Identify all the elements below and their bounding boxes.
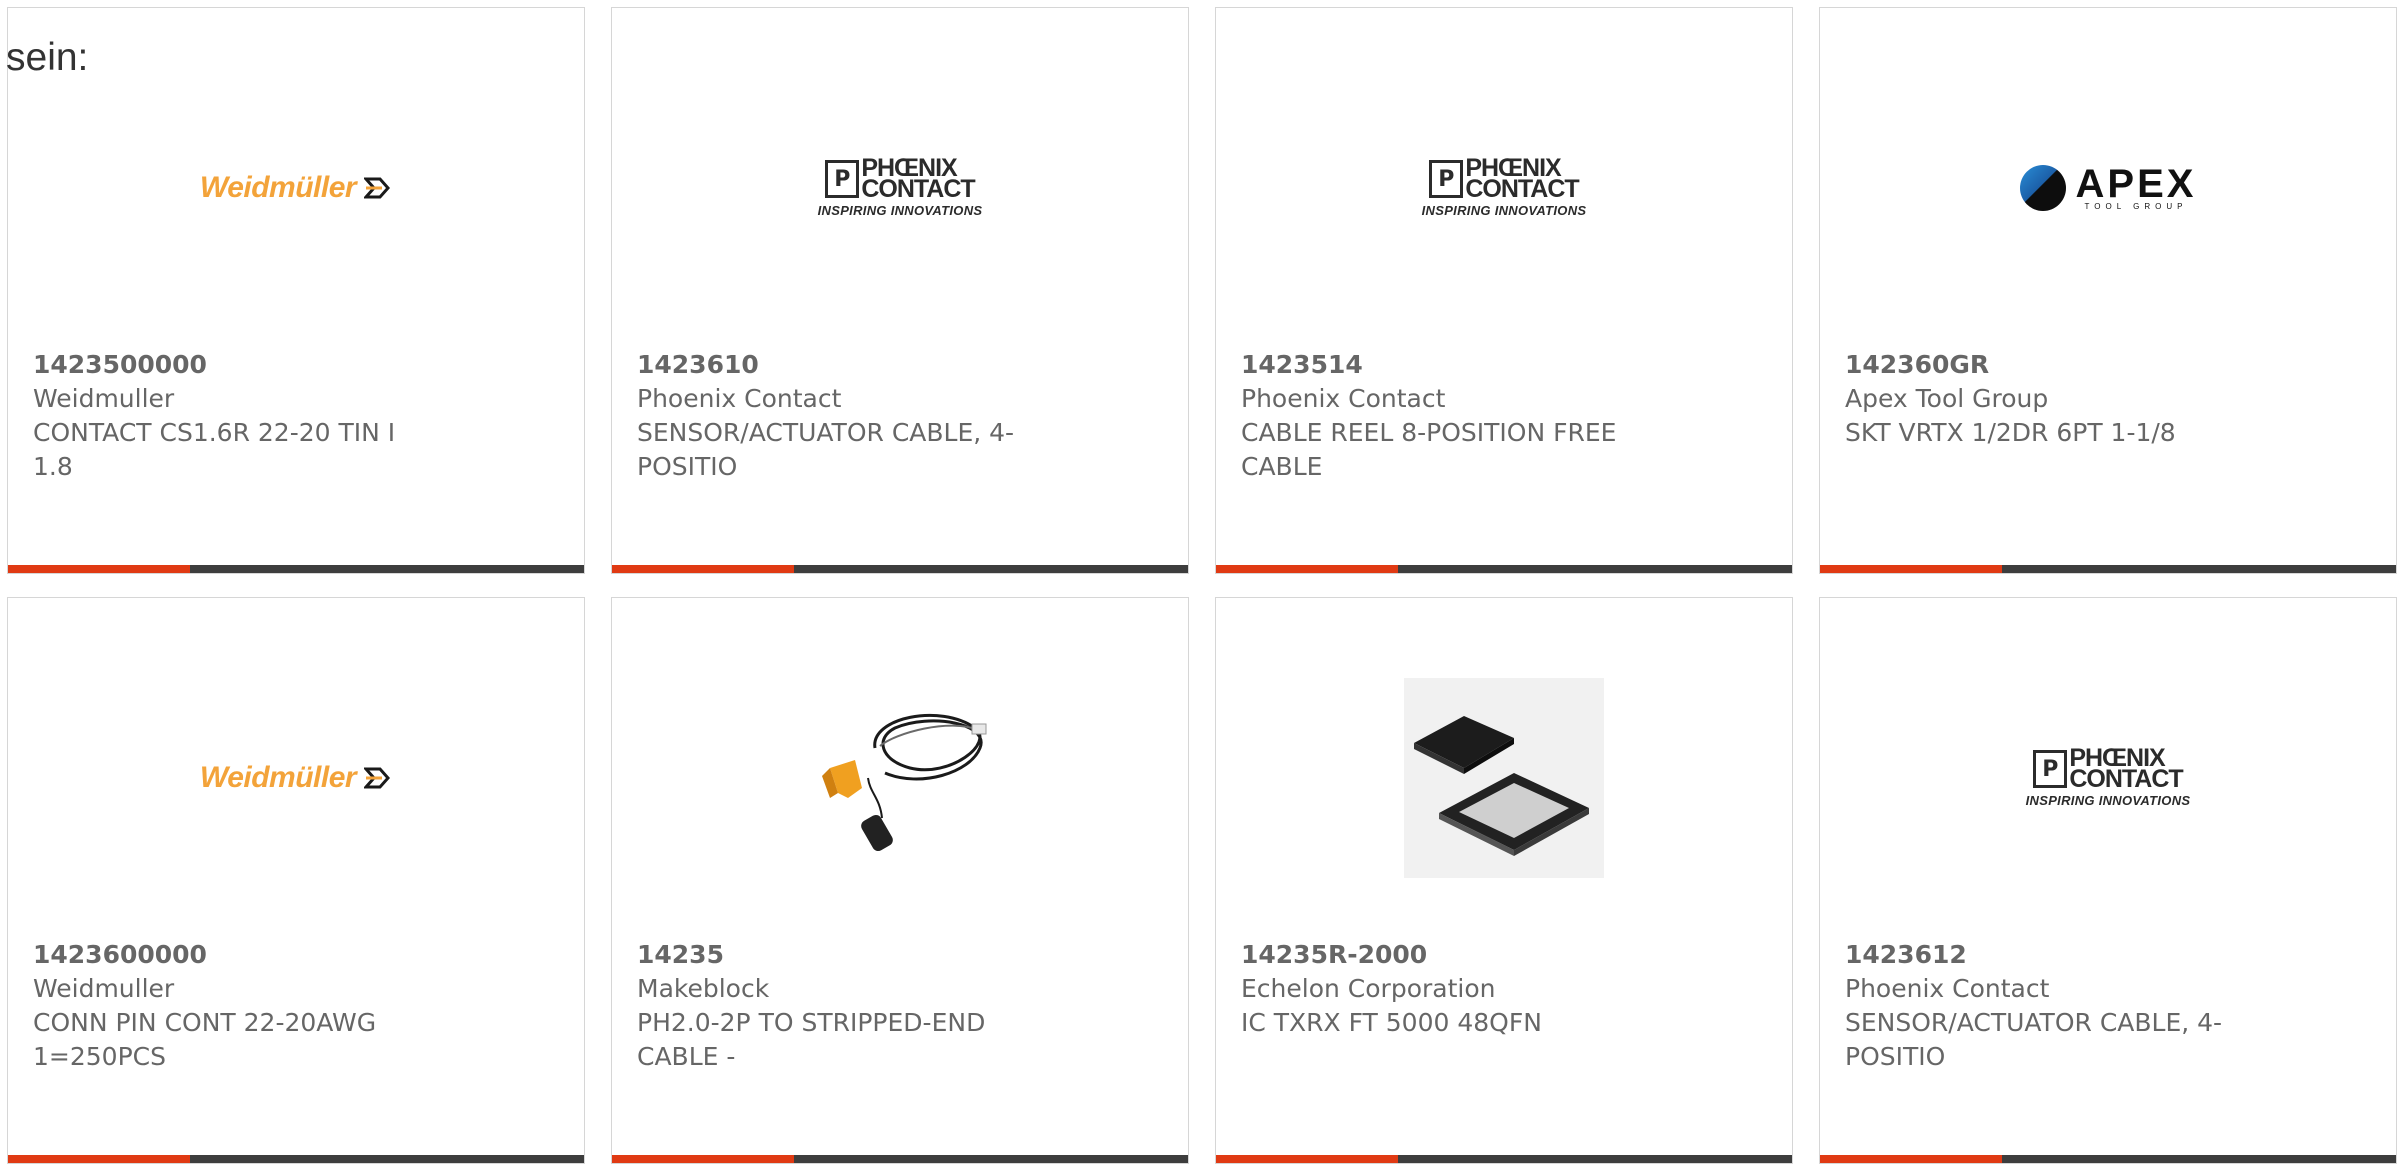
description: SENSOR/ACTUATOR CABLE, 4-POSITIO (1845, 1008, 2223, 1071)
card-bottom-bar (1216, 565, 1792, 573)
manufacturer: Phoenix Contact (637, 384, 842, 413)
product-info: 14235R-2000 Echelon Corporation IC TXRX … (1241, 938, 1642, 1040)
product-image[interactable]: P PHŒNIX CONTACT INSPIRING INNOVATIONS (1216, 68, 1792, 308)
manufacturer: Makeblock (637, 974, 770, 1003)
part-number[interactable]: 1423500000 (33, 348, 434, 382)
product-image[interactable]: Weidmüller (8, 658, 584, 898)
description: PH2.0-2P TO STRIPPED-END CABLE - (637, 1008, 986, 1071)
description: CONTACT CS1.6R 22-20 TIN I 1.8 (33, 418, 396, 481)
apex-mark-icon (2019, 165, 2066, 211)
card-bottom-bar (8, 565, 584, 573)
manufacturer: Phoenix Contact (1845, 974, 2050, 1003)
card-bottom-bar (1820, 565, 2396, 573)
part-number[interactable]: 1423514 (1241, 348, 1642, 382)
description: SKT VRTX 1/2DR 6PT 1-1/8 (1845, 418, 2176, 447)
product-image[interactable]: Weidmüller (8, 68, 584, 308)
product-card[interactable]: 14235R-2000 Echelon Corporation IC TXRX … (1215, 597, 1793, 1164)
weidmuller-logo: Weidmüller (200, 171, 392, 205)
part-number[interactable]: 1423612 (1845, 938, 2246, 972)
product-card[interactable]: Weidmüller 1423600000 Weidmuller CONN PI… (7, 597, 585, 1164)
card-bottom-bar (612, 1155, 1188, 1163)
product-card[interactable]: APEX TOOL GROUP 142360GR Apex Tool Group … (1819, 7, 2397, 574)
product-image[interactable]: P PHŒNIX CONTACT INSPIRING INNOVATIONS (612, 68, 1188, 308)
product-info: 1423514 Phoenix Contact CABLE REEL 8-POS… (1241, 348, 1642, 484)
product-image[interactable]: P PHŒNIX CONTACT INSPIRING INNOVATIONS (1820, 658, 2396, 898)
part-number[interactable]: 1423600000 (33, 938, 434, 972)
description: SENSOR/ACTUATOR CABLE, 4-POSITIO (637, 418, 1015, 481)
product-card[interactable]: Weidmüller 1423500000 Weidmuller CONTACT… (7, 7, 585, 574)
product-image[interactable] (612, 658, 1188, 898)
weidmuller-logo: Weidmüller (200, 761, 392, 795)
qfn-chip-image (1404, 678, 1604, 878)
manufacturer: Echelon Corporation (1241, 974, 1496, 1003)
product-image[interactable]: APEX TOOL GROUP (1820, 68, 2396, 308)
part-number[interactable]: 14235 (637, 938, 1038, 972)
part-number[interactable]: 142360GR (1845, 348, 2246, 382)
phoenix-contact-logo: P PHŒNIX CONTACT INSPIRING INNOVATIONS (2025, 744, 2191, 809)
phoenix-contact-logo: P PHŒNIX CONTACT INSPIRING INNOVATIONS (1421, 154, 1587, 219)
product-info: 1423600000 Weidmuller CONN PIN CONT 22-2… (33, 938, 434, 1074)
description: CABLE REEL 8-POSITION FREE CABLE (1241, 418, 1617, 481)
phoenix-contact-logo: P PHŒNIX CONTACT INSPIRING INNOVATIONS (817, 154, 983, 219)
product-info: 1423610 Phoenix Contact SENSOR/ACTUATOR … (637, 348, 1038, 484)
product-image[interactable] (1216, 658, 1792, 898)
intro-text: sein: (6, 36, 89, 79)
part-number[interactable]: 1423610 (637, 348, 1038, 382)
card-bottom-bar (612, 565, 1188, 573)
manufacturer: Apex Tool Group (1845, 384, 2049, 413)
product-card[interactable]: P PHŒNIX CONTACT INSPIRING INNOVATIONS 142… (1819, 597, 2397, 1164)
product-card[interactable]: P PHŒNIX CONTACT INSPIRING INNOVATIONS 142… (611, 7, 1189, 574)
manufacturer: Weidmuller (33, 384, 175, 413)
product-info: 142360GR Apex Tool Group SKT VRTX 1/2DR … (1845, 348, 2246, 450)
card-bottom-bar (1216, 1155, 1792, 1163)
manufacturer: Weidmuller (33, 974, 175, 1003)
description: IC TXRX FT 5000 48QFN (1241, 1008, 1542, 1037)
description: CONN PIN CONT 22-20AWG 1=250PCS (33, 1008, 377, 1071)
manufacturer: Phoenix Contact (1241, 384, 1446, 413)
cable-product-image (822, 713, 987, 852)
weidmuller-mark-icon (364, 177, 391, 199)
product-card[interactable]: P PHŒNIX CONTACT INSPIRING INNOVATIONS 142… (1215, 7, 1793, 574)
weidmuller-mark-icon (364, 767, 391, 789)
product-info: 1423612 Phoenix Contact SENSOR/ACTUATOR … (1845, 938, 2246, 1074)
product-card[interactable]: 14235 Makeblock PH2.0-2P TO STRIPPED-END… (611, 597, 1189, 1164)
apex-tool-group-logo: APEX TOOL GROUP (2019, 164, 2197, 211)
card-bottom-bar (8, 1155, 584, 1163)
product-info: 1423500000 Weidmuller CONTACT CS1.6R 22-… (33, 348, 434, 484)
card-bottom-bar (1820, 1155, 2396, 1163)
part-number[interactable]: 14235R-2000 (1241, 938, 1642, 972)
product-info: 14235 Makeblock PH2.0-2P TO STRIPPED-END… (637, 938, 1038, 1074)
